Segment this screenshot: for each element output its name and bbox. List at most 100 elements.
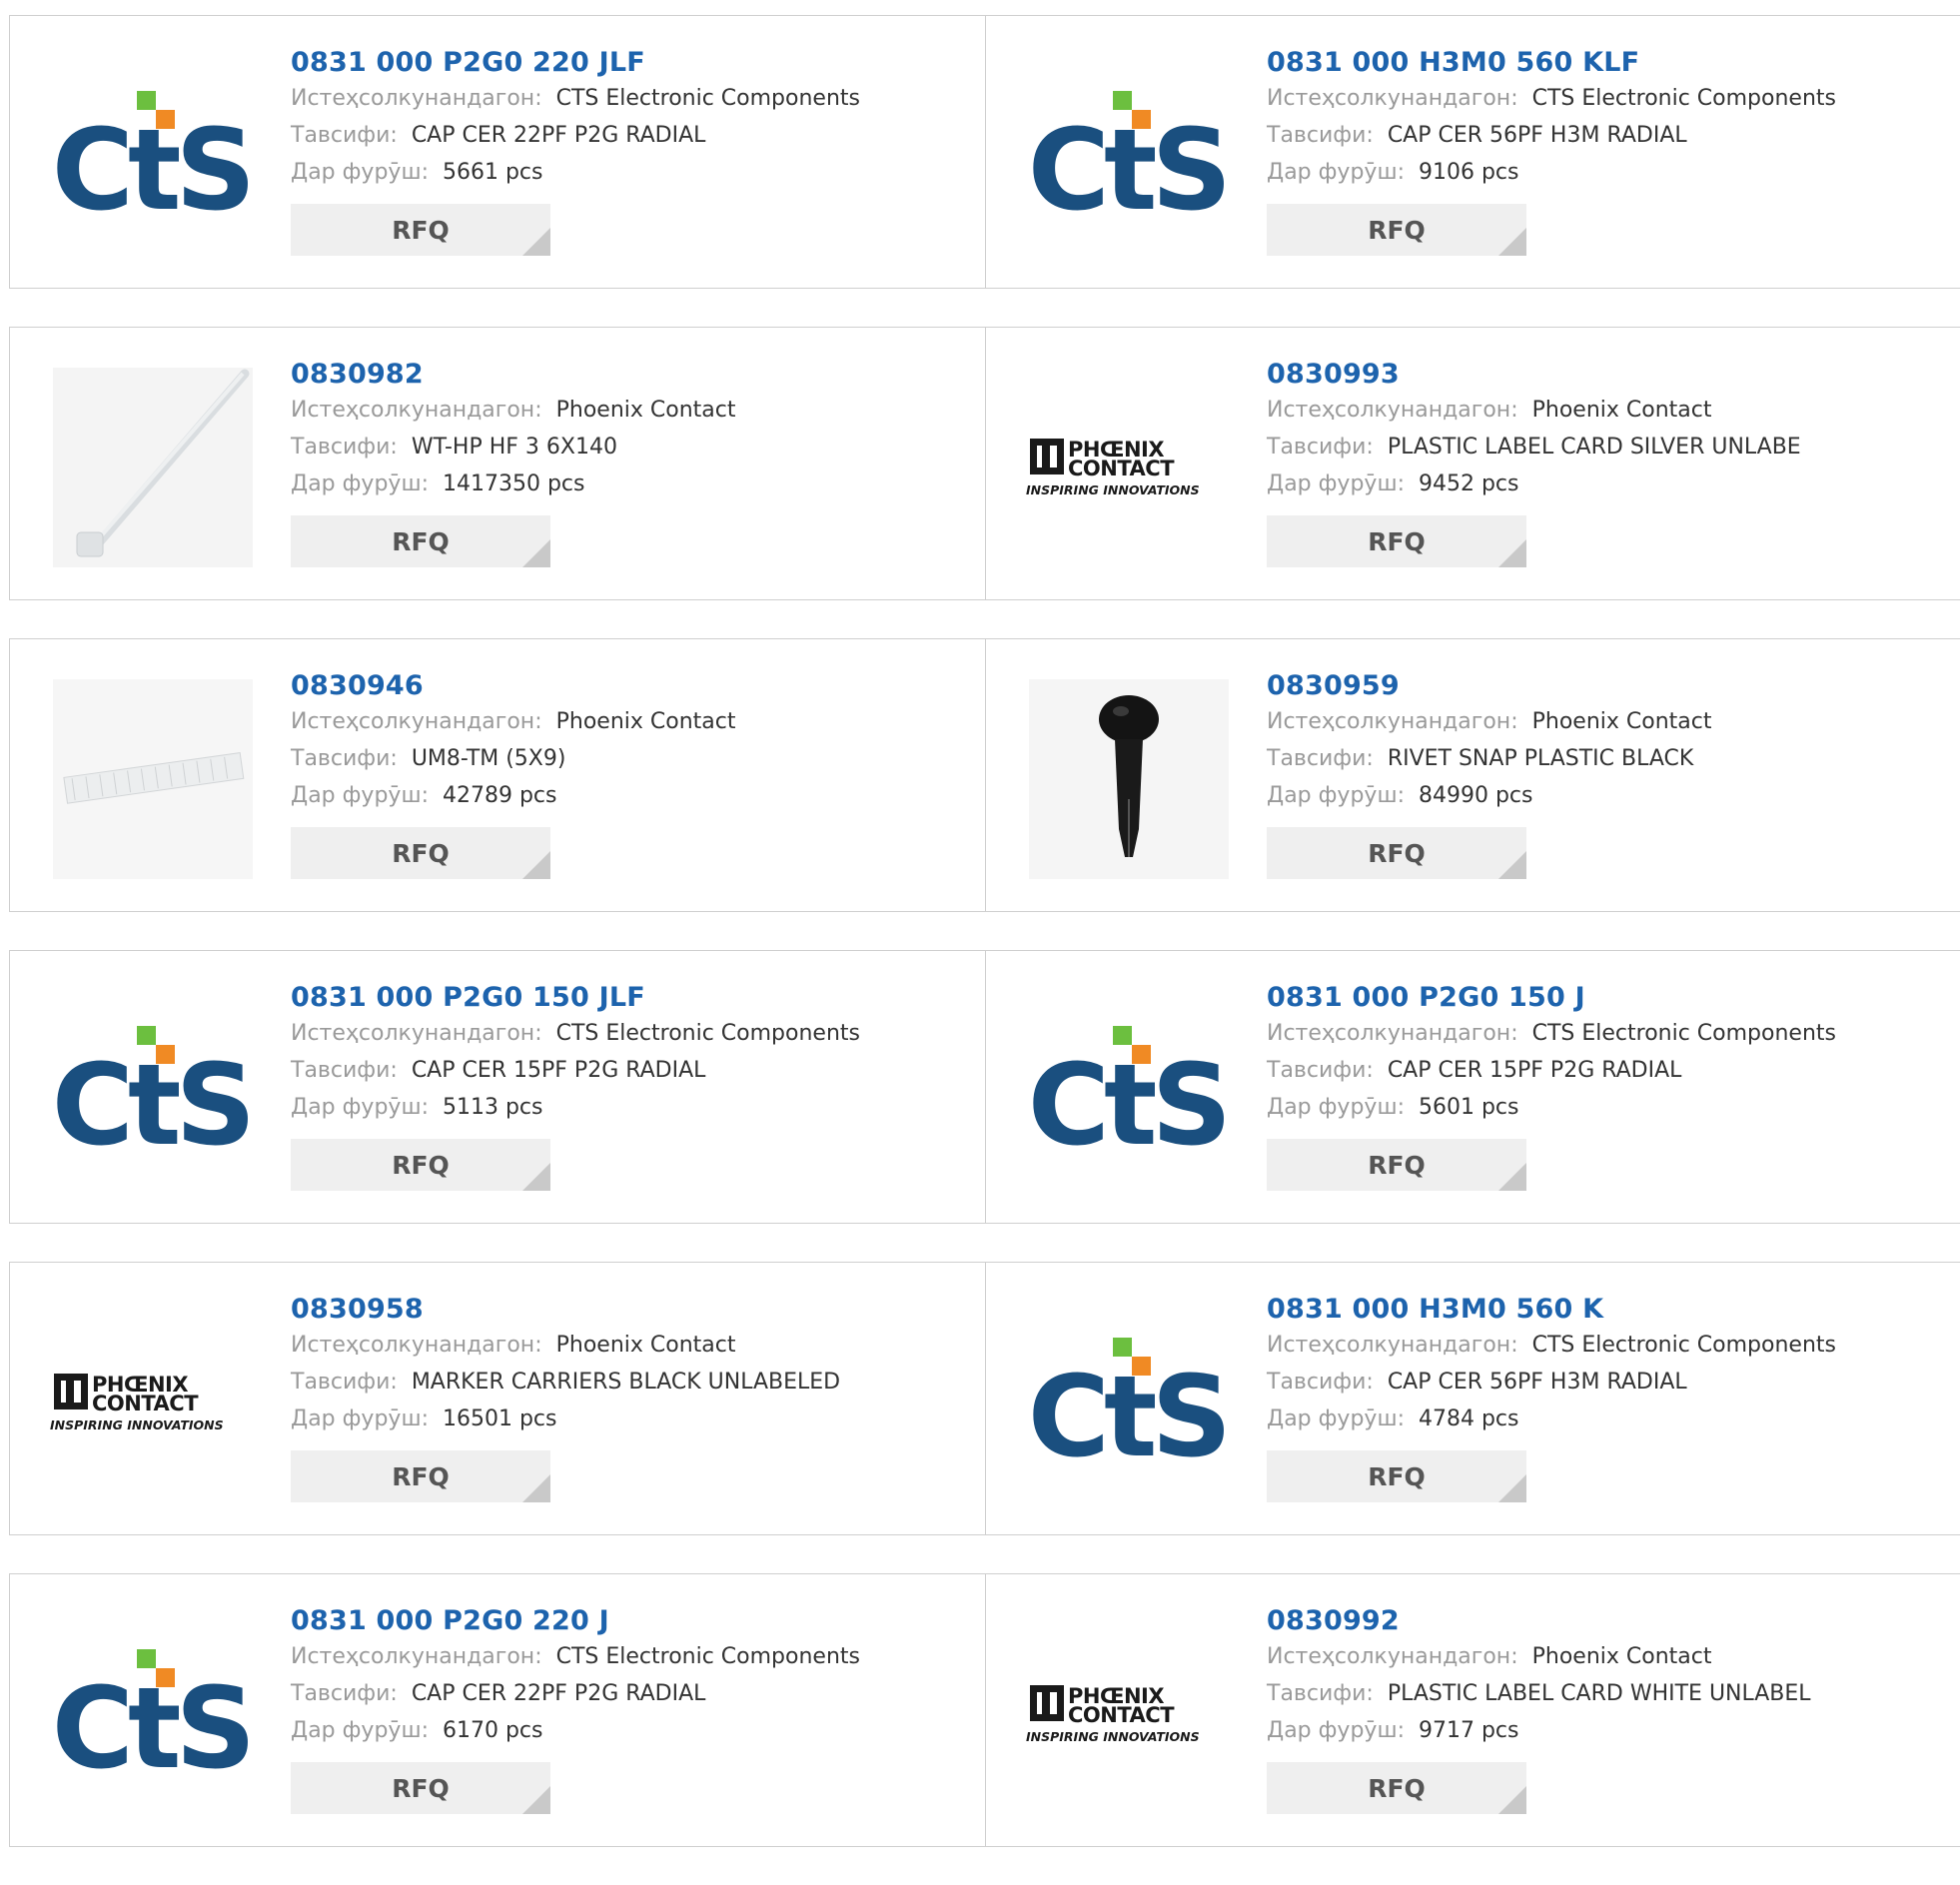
- rfq-label: RFQ: [392, 838, 450, 868]
- stock-label: Дар фурӯш:: [1267, 1095, 1405, 1120]
- product-info: 0831 000 P2G0 150 JLF Истеҳсолкунандагон…: [291, 981, 860, 1191]
- product-card: CtS 0831 000 H3M0 560 K Истеҳсолкунандаг…: [985, 1263, 1960, 1534]
- description-label: Тавсифи:: [291, 435, 398, 460]
- description-line: Тавсифи: RIVET SNAP PLASTIC BLACK: [1267, 740, 1711, 777]
- stock-value: 42789 pcs: [442, 783, 557, 808]
- description-label: Тавсифи:: [1267, 1370, 1374, 1395]
- rfq-label: RFQ: [1368, 838, 1426, 868]
- product-image[interactable]: [48, 368, 258, 567]
- rfq-label: RFQ: [1368, 1150, 1426, 1180]
- product-image[interactable]: CtS: [48, 1614, 258, 1814]
- stock-label: Дар фурӯш:: [1267, 1407, 1405, 1431]
- part-number-link[interactable]: 0831 000 H3M0 560 KLF: [1267, 46, 1836, 80]
- stock-label: Дар фурӯш:: [1267, 471, 1405, 496]
- cts-logo-icon: CtS: [1027, 91, 1232, 221]
- part-number-link[interactable]: 0830958: [291, 1293, 840, 1327]
- stock-value: 9452 pcs: [1418, 471, 1519, 496]
- rfq-button[interactable]: RFQ: [1267, 1762, 1526, 1814]
- product-info: 0830958 Истеҳсолкунандагон: Phoenix Conta…: [291, 1293, 840, 1502]
- part-number-link[interactable]: 0830992: [1267, 1604, 1811, 1638]
- product-image[interactable]: [48, 679, 258, 879]
- product-info: 0831 000 H3M0 560 KLF Истеҳсолкунандагон…: [1267, 46, 1836, 256]
- rfq-button[interactable]: RFQ: [1267, 1139, 1526, 1191]
- stock-line: Дар фурӯш: 9106 pcs: [1267, 154, 1836, 191]
- rfq-corner-decoration: [522, 1474, 550, 1502]
- rfq-button[interactable]: RFQ: [291, 515, 550, 567]
- manufacturer-value: CTS Electronic Components: [1531, 1021, 1836, 1046]
- stock-label: Дар фурӯш:: [1267, 1718, 1405, 1743]
- description-value: UM8-TM (5X9): [411, 746, 566, 771]
- svg-text:CtS: CtS: [51, 106, 249, 221]
- product-card: 0830982 Истеҳсолкунандагон: Phoenix Conta…: [10, 328, 985, 599]
- product-row: 0830982 Истеҳсолкунандагон: Phoenix Conta…: [9, 327, 1960, 600]
- stock-value: 5113 pcs: [442, 1095, 543, 1120]
- stock-value: 6170 pcs: [442, 1718, 543, 1743]
- description-line: Тавсифи: UM8-TM (5X9): [291, 740, 735, 777]
- product-image[interactable]: CtS: [1024, 56, 1234, 256]
- product-image[interactable]: CtS: [1024, 991, 1234, 1191]
- rfq-corner-decoration: [522, 1163, 550, 1191]
- cts-logo-icon: CtS: [51, 1649, 256, 1779]
- rfq-button[interactable]: RFQ: [1267, 515, 1526, 567]
- product-image[interactable]: [1024, 679, 1234, 879]
- stock-line: Дар фурӯш: 42789 pcs: [291, 777, 735, 814]
- part-number-link[interactable]: 0830982: [291, 358, 735, 392]
- manufacturer-value: CTS Electronic Components: [1531, 1333, 1836, 1358]
- stock-value: 9717 pcs: [1418, 1718, 1519, 1743]
- rfq-button[interactable]: RFQ: [291, 1139, 550, 1191]
- stock-label: Дар фурӯш:: [1267, 160, 1405, 185]
- part-number-link[interactable]: 0830993: [1267, 358, 1801, 392]
- product-image[interactable]: CtS: [48, 56, 258, 256]
- manufacturer-line: Истеҳсолкунандагон: Phoenix Contact: [291, 392, 735, 429]
- rfq-button[interactable]: RFQ: [1267, 827, 1526, 879]
- manufacturer-label: Истеҳсолкунандагон:: [291, 86, 542, 111]
- rfq-button[interactable]: RFQ: [291, 1762, 550, 1814]
- rfq-button[interactable]: RFQ: [1267, 1450, 1526, 1502]
- rfq-button[interactable]: RFQ: [291, 827, 550, 879]
- rfq-label: RFQ: [1368, 1461, 1426, 1491]
- manufacturer-value: Phoenix Contact: [1531, 1644, 1712, 1669]
- product-image[interactable]: PHŒNIX CONTACT INSPIRING INNOVATIONS: [48, 1303, 258, 1502]
- part-number-link[interactable]: 0830959: [1267, 669, 1711, 703]
- stock-value: 4784 pcs: [1418, 1407, 1519, 1431]
- manufacturer-label: Истеҳсолкунандагон:: [1267, 1644, 1518, 1669]
- description-label: Тавсифи:: [291, 1058, 398, 1083]
- manufacturer-line: Истеҳсолкунандагон: Phoenix Contact: [1267, 703, 1711, 740]
- rfq-button[interactable]: RFQ: [291, 1450, 550, 1502]
- part-number-link[interactable]: 0831 000 H3M0 560 K: [1267, 1293, 1836, 1327]
- svg-text:CtS: CtS: [1027, 106, 1225, 221]
- product-image[interactable]: PHŒNIX CONTACT INSPIRING INNOVATIONS: [1024, 1614, 1234, 1814]
- product-info: 0831 000 P2G0 220 JLF Истеҳсолкунандагон…: [291, 46, 860, 256]
- product-image[interactable]: CtS: [1024, 1303, 1234, 1502]
- manufacturer-line: Истеҳсолкунандагон: CTS Electronic Compon…: [291, 1638, 860, 1675]
- rfq-button[interactable]: RFQ: [291, 204, 550, 256]
- manufacturer-line: Истеҳсолкунандагон: CTS Electronic Compon…: [291, 1015, 860, 1052]
- part-number-link[interactable]: 0831 000 P2G0 220 JLF: [291, 46, 860, 80]
- stock-label: Дар фурӯш:: [291, 783, 429, 808]
- rfq-label: RFQ: [392, 526, 450, 556]
- part-number-link[interactable]: 0830946: [291, 669, 735, 703]
- cts-logo-icon: CtS: [1027, 1026, 1232, 1156]
- manufacturer-value: CTS Electronic Components: [555, 1644, 860, 1669]
- manufacturer-label: Истеҳсолкунандагон:: [1267, 86, 1518, 111]
- product-image[interactable]: CtS: [48, 991, 258, 1191]
- manufacturer-value: CTS Electronic Components: [1531, 86, 1836, 111]
- stock-line: Дар фурӯш: 6170 pcs: [291, 1712, 860, 1749]
- manufacturer-label: Истеҳсолкунандагон:: [1267, 398, 1518, 423]
- rfq-button[interactable]: RFQ: [1267, 204, 1526, 256]
- description-value: CAP CER 22PF P2G RADIAL: [411, 1681, 706, 1706]
- stock-line: Дар фурӯш: 5661 pcs: [291, 154, 860, 191]
- stock-label: Дар фурӯш:: [1267, 783, 1405, 808]
- phoenix-contact-logo-icon: PHŒNIX CONTACT INSPIRING INNOVATIONS: [50, 1373, 224, 1432]
- manufacturer-value: Phoenix Contact: [555, 709, 736, 734]
- cts-logo-icon: CtS: [51, 1026, 256, 1156]
- part-number-link[interactable]: 0831 000 P2G0 220 J: [291, 1604, 860, 1638]
- rfq-corner-decoration: [1498, 539, 1526, 567]
- product-card: PHŒNIX CONTACT INSPIRING INNOVATIONS 083…: [10, 1263, 985, 1534]
- product-image[interactable]: PHŒNIX CONTACT INSPIRING INNOVATIONS: [1024, 368, 1234, 567]
- part-number-link[interactable]: 0831 000 P2G0 150 JLF: [291, 981, 860, 1015]
- part-number-link[interactable]: 0831 000 P2G0 150 J: [1267, 981, 1836, 1015]
- product-row: PHŒNIX CONTACT INSPIRING INNOVATIONS 083…: [9, 1262, 1960, 1535]
- description-value: PLASTIC LABEL CARD SILVER UNLABE: [1387, 435, 1801, 460]
- description-value: RIVET SNAP PLASTIC BLACK: [1387, 746, 1694, 771]
